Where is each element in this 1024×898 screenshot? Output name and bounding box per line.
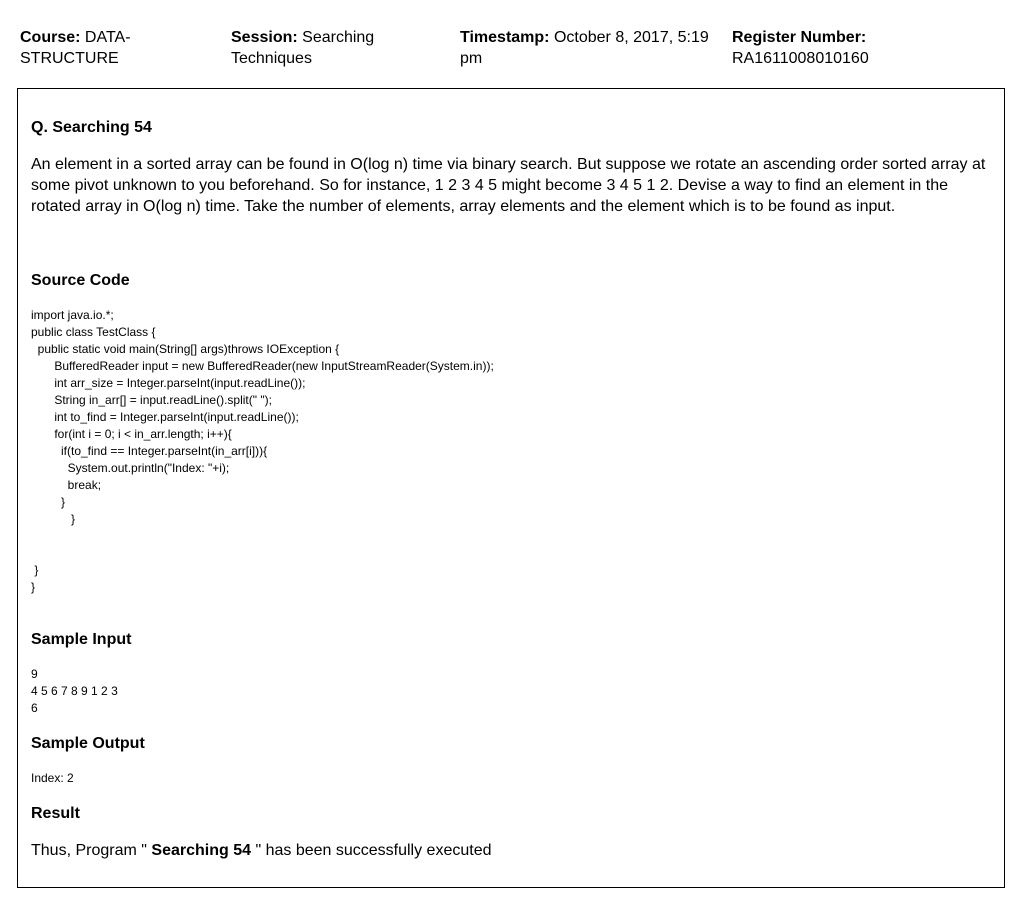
- sample-output-heading: Sample Output: [31, 735, 145, 752]
- question-title: Q. Searching 54: [31, 119, 152, 136]
- session-label: Session:: [231, 29, 298, 46]
- timestamp-label: Timestamp:: [460, 29, 550, 46]
- register-label: Register Number:: [732, 29, 867, 46]
- result-suffix: " has been successfully executed: [251, 842, 492, 859]
- result-prefix: Thus, Program ": [31, 842, 152, 859]
- source-code-block: import java.io.*; public class TestClass…: [31, 308, 494, 594]
- source-code-heading: Source Code: [31, 272, 130, 289]
- timestamp-info: Timestamp: October 8, 2017, 5:19 pm: [460, 27, 720, 69]
- question-description: An element in a sorted array can be foun…: [31, 156, 986, 215]
- sample-input-heading: Sample Input: [31, 631, 132, 648]
- sample-output-block: Index: 2: [31, 771, 74, 785]
- result-text: Thus, Program " Searching 54 " has been …: [31, 841, 491, 861]
- course-label: Course:: [20, 29, 81, 46]
- register-info: Register Number: RA1611008010160: [732, 27, 982, 69]
- result-program-name: Searching 54: [151, 842, 251, 859]
- session-info: Session: Searching Techniques: [231, 27, 441, 69]
- sample-input-block: 9 4 5 6 7 8 9 1 2 3 6: [31, 667, 118, 715]
- page-header: Course: DATA-STRUCTURE Session: Searchin…: [20, 27, 1010, 71]
- course-info: Course: DATA-STRUCTURE: [20, 27, 215, 69]
- result-heading: Result: [31, 805, 80, 822]
- question-box: Q. Searching 54 An element in a sorted a…: [17, 88, 1005, 888]
- register-value: RA1611008010160: [732, 50, 869, 67]
